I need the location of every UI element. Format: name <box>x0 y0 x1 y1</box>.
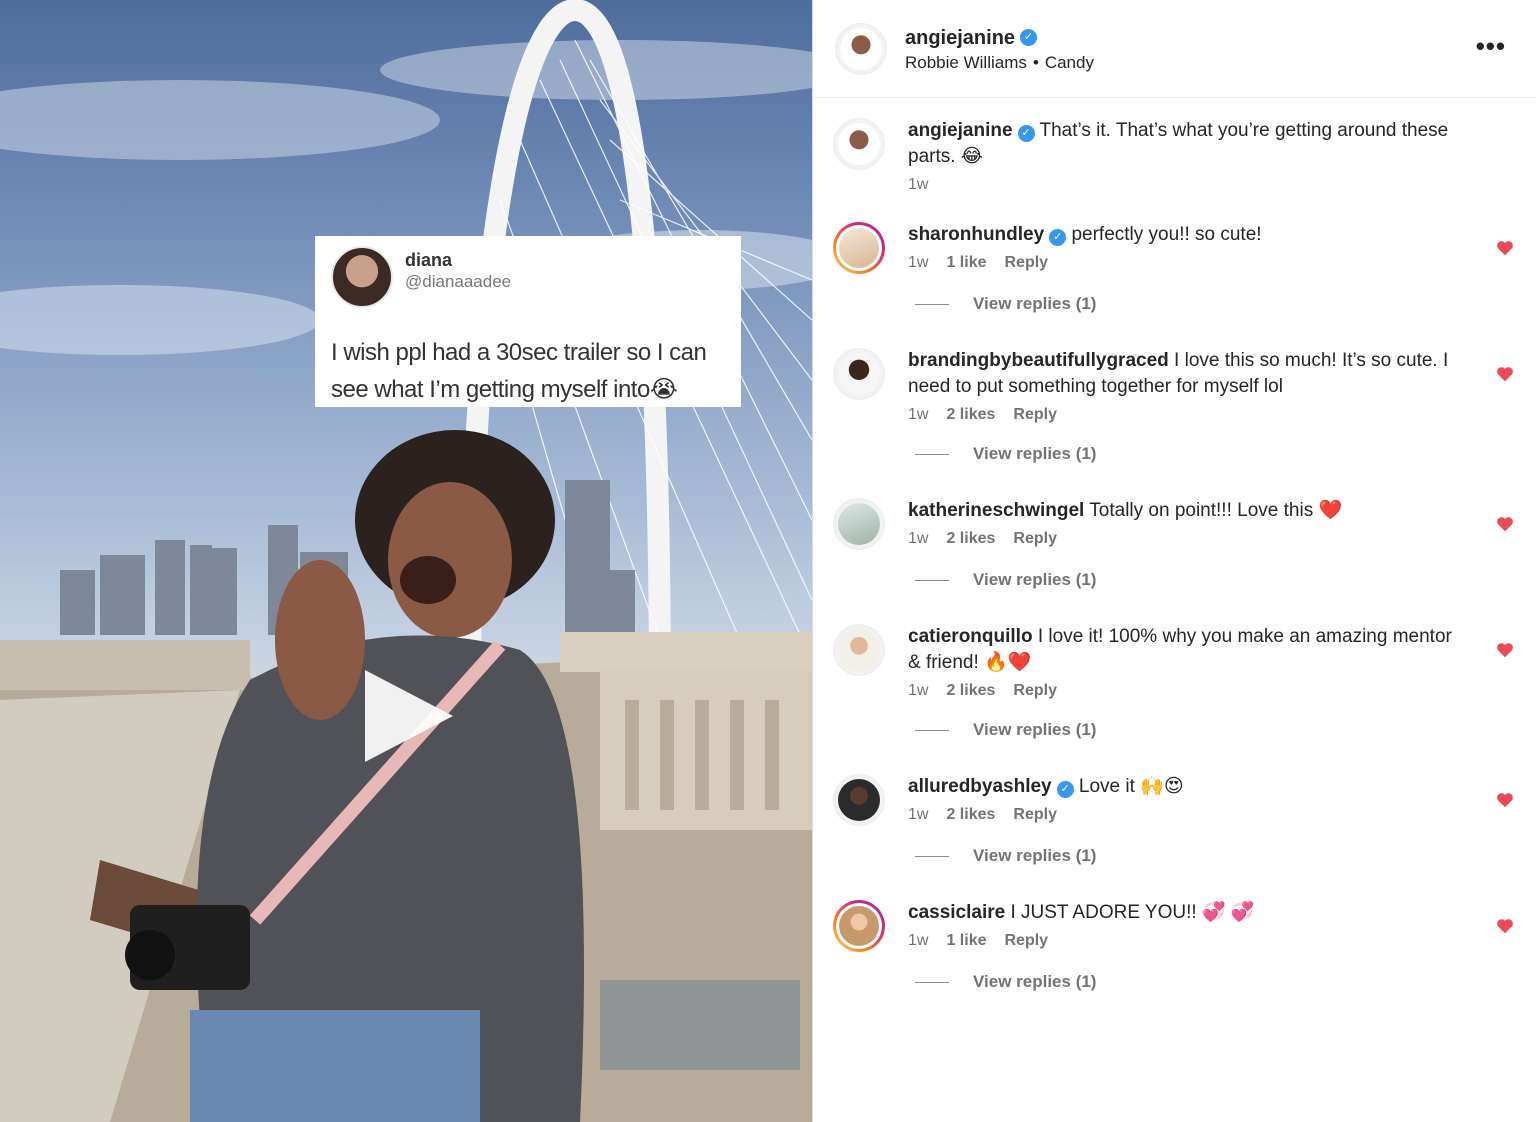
tweet-text: I wish ppl had a 30sec trailer so I can … <box>331 339 707 403</box>
comment-username[interactable]: cassiclaire <box>908 902 1005 923</box>
comment-item: brandingbybeautifullygraced I love this … <box>813 348 1536 424</box>
view-replies-label: View replies (1) <box>973 720 1097 739</box>
comment-item: alluredbyashley ✓ Love it 🙌😍 1w 2 likes R… <box>813 774 1536 826</box>
heart-filled-icon[interactable] <box>1496 240 1514 256</box>
caption: angiejanine ✓ That’s it. That’s what you’… <box>813 118 1536 194</box>
audio-track: Candy <box>1044 52 1094 72</box>
heart-filled-icon[interactable] <box>1496 642 1514 658</box>
caption-avatar[interactable] <box>833 118 885 170</box>
tweet-overlay: diana @dianaaadee I wish ppl had a 30sec… <box>315 236 741 407</box>
view-replies-label: View replies (1) <box>973 294 1097 313</box>
replies-divider <box>915 981 949 983</box>
verified-badge-icon: ✓ <box>1020 29 1038 46</box>
more-options-icon[interactable]: ••• <box>1476 33 1506 59</box>
replies-divider <box>915 453 949 455</box>
view-replies-label: View replies (1) <box>973 570 1097 589</box>
reply-button[interactable]: Reply <box>1013 806 1057 824</box>
comment-likes[interactable]: 2 likes <box>946 806 995 824</box>
comment-time[interactable]: 1w <box>908 406 928 424</box>
comment-likes[interactable]: 2 likes <box>946 406 995 424</box>
audio-separator: • <box>1032 52 1039 72</box>
author-avatar[interactable] <box>835 22 887 75</box>
reel-video[interactable]: diana @dianaaadee I wish ppl had a 30sec… <box>0 0 812 1122</box>
view-replies-button[interactable]: View replies (1) <box>915 720 1536 740</box>
comment-item: sharonhundley ✓ perfectly you!! so cute! … <box>813 222 1536 274</box>
view-replies-label: View replies (1) <box>973 846 1097 865</box>
author-username[interactable]: angiejanine <box>905 25 1015 51</box>
comment-likes[interactable]: 1 like <box>946 932 986 950</box>
comment-likes[interactable]: 2 likes <box>946 530 995 548</box>
tweet-avatar <box>331 246 393 308</box>
commenter-avatar[interactable] <box>833 222 885 274</box>
comment-time[interactable]: 1w <box>908 682 928 700</box>
heart-filled-icon[interactable] <box>1496 918 1514 934</box>
caption-username[interactable]: angiejanine <box>908 120 1013 141</box>
reply-button[interactable]: Reply <box>1013 406 1057 424</box>
post-viewer: diana @dianaaadee I wish ppl had a 30sec… <box>0 0 1536 1122</box>
comment-time[interactable]: 1w <box>908 932 928 950</box>
comment-body: I JUST ADORE YOU!! 💞 💞 <box>1010 902 1255 923</box>
audio-artist: Robbie Williams <box>905 52 1027 72</box>
verified-badge-icon: ✓ <box>1049 229 1067 246</box>
tweet-name: diana <box>405 250 453 270</box>
commenter-avatar[interactable] <box>833 348 885 400</box>
post-header: angiejanine ✓ Robbie Williams • Candy ••• <box>813 0 1536 98</box>
tweet-handle: @dianaaadee <box>405 272 512 291</box>
comment-username[interactable]: alluredbyashley <box>908 776 1052 797</box>
comment-username[interactable]: catieronquillo <box>908 626 1033 647</box>
comment-likes[interactable]: 1 like <box>946 254 986 272</box>
comment-username[interactable]: brandingbybeautifullygraced <box>908 350 1169 371</box>
reply-button[interactable]: Reply <box>1013 530 1057 548</box>
comment-time[interactable]: 1w <box>908 254 928 272</box>
reply-button[interactable]: Reply <box>1004 932 1048 950</box>
comment-likes[interactable]: 2 likes <box>946 682 995 700</box>
heart-filled-icon[interactable] <box>1496 792 1514 808</box>
view-replies-button[interactable]: View replies (1) <box>915 846 1536 866</box>
reply-button[interactable]: Reply <box>1013 682 1057 700</box>
comment-item: catieronquillo I love it! 100% why you m… <box>813 624 1536 700</box>
comment-item: cassiclaire I JUST ADORE YOU!! 💞 💞 1w 1 … <box>813 900 1536 952</box>
heart-filled-icon[interactable] <box>1496 516 1514 532</box>
view-replies-label: View replies (1) <box>973 972 1097 991</box>
reply-button[interactable]: Reply <box>1004 254 1048 272</box>
comment-time[interactable]: 1w <box>908 530 928 548</box>
view-replies-button[interactable]: View replies (1) <box>915 570 1536 590</box>
replies-divider <box>915 729 949 731</box>
commenter-avatar[interactable] <box>833 624 885 676</box>
comment-time[interactable]: 1w <box>908 806 928 824</box>
commenter-avatar[interactable] <box>833 498 885 550</box>
comment-body: Love it 🙌😍 <box>1078 776 1184 797</box>
audio-attribution[interactable]: Robbie Williams • Candy <box>905 53 1094 73</box>
comment-body: perfectly you!! so cute! <box>1071 224 1262 245</box>
verified-badge-icon: ✓ <box>1017 125 1035 142</box>
replies-divider <box>915 303 949 305</box>
replies-divider <box>915 579 949 581</box>
replies-divider <box>915 855 949 857</box>
commenter-avatar[interactable] <box>833 774 885 826</box>
video-frame <box>0 0 812 1122</box>
comments-list: angiejanine ✓ That’s it. That’s what you’… <box>813 98 1536 992</box>
view-replies-label: View replies (1) <box>973 444 1097 463</box>
view-replies-button[interactable]: View replies (1) <box>915 972 1536 992</box>
comment-item: katherineschwingel Totally on point!!! L… <box>813 498 1536 550</box>
comment-body: Totally on point!!! Love this ❤️ <box>1089 500 1343 521</box>
commenter-avatar[interactable] <box>833 900 885 952</box>
caption-time[interactable]: 1w <box>908 176 928 194</box>
view-replies-button[interactable]: View replies (1) <box>915 294 1536 314</box>
caption-text: angiejanine ✓ That’s it. That’s what you’… <box>908 118 1466 170</box>
verified-badge-icon: ✓ <box>1056 781 1074 798</box>
play-icon[interactable] <box>365 670 453 762</box>
comment-username[interactable]: sharonhundley <box>908 224 1044 245</box>
comment-username[interactable]: katherineschwingel <box>908 500 1084 521</box>
view-replies-button[interactable]: View replies (1) <box>915 444 1536 464</box>
heart-filled-icon[interactable] <box>1496 366 1514 382</box>
comments-panel: angiejanine ✓ Robbie Williams • Candy ••• … <box>812 0 1536 1122</box>
